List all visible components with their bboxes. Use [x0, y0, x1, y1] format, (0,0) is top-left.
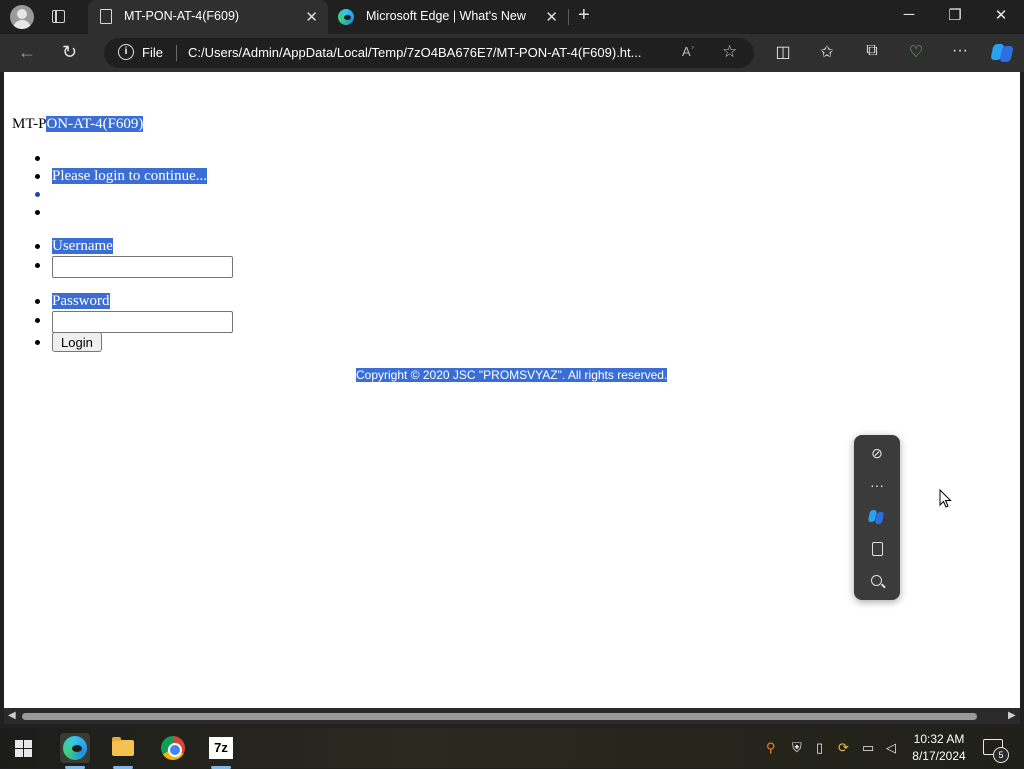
usb-icon[interactable]: ▯ — [816, 740, 823, 756]
list-bullet — [35, 263, 40, 268]
clock-date: 8/17/2024 — [912, 749, 966, 763]
hide-menu-icon[interactable]: ⊘ — [854, 445, 900, 462]
security-shield-icon[interactable]: ⛨ — [792, 740, 802, 756]
scroll-left-icon[interactable]: ◀ — [8, 710, 16, 721]
copy-icon[interactable] — [872, 542, 883, 556]
page-title: MT-PON-AT-4(F609) — [12, 116, 144, 133]
refresh-icon[interactable]: ↻ — [62, 42, 77, 63]
taskbar-chrome-button[interactable] — [158, 733, 188, 763]
restore-icon[interactable]: ❐ — [940, 6, 970, 24]
tab-mt-pon[interactable]: MT-PON-AT-4(F609) ✕ — [88, 0, 328, 34]
list-bullet — [35, 318, 40, 323]
tab-actions-icon[interactable] — [48, 7, 70, 27]
taskbar-edge-button[interactable] — [60, 733, 90, 769]
url-text[interactable]: C:/Users/Admin/AppData/Local/Temp/7zO4BA… — [188, 45, 642, 60]
scrollbar-thumb[interactable] — [22, 713, 977, 720]
copilot-mini-icon[interactable] — [867, 510, 885, 524]
add-favorite-icon[interactable]: ☆ — [722, 42, 737, 62]
edge-icon — [338, 9, 354, 25]
taskbar: 7z ⚲ ⛨ ▯ ⟳ ▭ ◁ 10:32 AM 8/17/2024 5 — [0, 728, 1024, 769]
tab-whats-new[interactable]: Microsoft Edge | What's New ✕ — [330, 0, 568, 34]
new-tab-icon[interactable]: + — [578, 4, 590, 27]
notification-count-badge: 5 — [993, 747, 1009, 763]
list-bullet — [35, 299, 40, 304]
profile-avatar-icon[interactable] — [10, 5, 34, 29]
system-clock[interactable]: 10:32 AM 8/17/2024 — [906, 731, 972, 765]
network-icon[interactable]: ▭ — [862, 740, 874, 756]
address-bar[interactable]: i File C:/Users/Admin/AppData/Local/Temp… — [104, 38, 754, 68]
close-window-icon[interactable]: ✕ — [986, 6, 1016, 24]
edge-icon — [63, 736, 87, 760]
list-bullet — [35, 210, 40, 215]
taskbar-file-explorer-button[interactable] — [108, 733, 138, 769]
list-bullet — [35, 174, 40, 179]
more-options-icon[interactable]: ··· — [854, 477, 900, 493]
clock-time: 10:32 AM — [913, 732, 965, 746]
chrome-icon — [161, 736, 185, 760]
tab-title: Microsoft Edge | What's New — [366, 9, 526, 23]
back-icon[interactable]: ← — [18, 42, 36, 63]
update-icon[interactable]: ⟳ — [838, 740, 849, 756]
7zip-icon: 7z — [209, 737, 233, 759]
login-prompt: Please login to continue... — [52, 168, 207, 184]
horizontal-scrollbar[interactable]: ◀ ▶ — [4, 708, 1020, 724]
login-button[interactable]: Login — [52, 332, 102, 352]
close-tab-icon[interactable]: ✕ — [545, 8, 558, 26]
selection-mini-menu: ⊘ ··· — [854, 435, 900, 600]
volume-muted-icon[interactable]: ◁ — [886, 740, 896, 756]
browser-toolbar: ← ↻ i File C:/Users/Admin/AppData/Local/… — [0, 34, 1024, 72]
search-tray-icon[interactable]: ⚲ — [766, 740, 776, 756]
tab-title: MT-PON-AT-4(F609) — [124, 9, 240, 23]
tab-separator — [568, 9, 569, 25]
info-icon[interactable]: i — [118, 44, 134, 60]
password-label: Password — [52, 293, 110, 309]
scroll-right-icon[interactable]: ▶ — [1008, 710, 1016, 721]
copyright-text: Copyright © 2020 JSC "PROMSVYAZ". All ri… — [356, 368, 668, 382]
address-separator — [176, 45, 177, 61]
taskbar-7zip-button[interactable]: 7z — [206, 733, 236, 769]
page-icon — [100, 9, 112, 24]
list-bullet — [35, 340, 40, 345]
list-bullet — [35, 244, 40, 249]
read-aloud-icon[interactable]: Aʾ — [682, 44, 695, 59]
search-icon[interactable] — [871, 575, 882, 586]
page-title-selected: ON-AT-4(F609) — [46, 116, 144, 132]
list-bullet — [35, 192, 40, 197]
settings-more-icon[interactable]: ··· — [948, 42, 972, 60]
password-input[interactable] — [52, 311, 233, 333]
close-tab-icon[interactable]: ✕ — [305, 8, 318, 26]
windows-start-icon[interactable] — [15, 740, 32, 757]
folder-icon — [112, 737, 134, 756]
copilot-icon[interactable] — [990, 41, 1016, 65]
split-screen-icon[interactable]: ◫ — [771, 42, 795, 62]
list-bullet — [35, 156, 40, 161]
browser-essentials-icon[interactable]: ♡ — [904, 42, 928, 62]
username-label: Username — [52, 238, 113, 254]
minimize-icon[interactable]: ─ — [894, 6, 924, 23]
collections-icon[interactable]: ⧉ — [860, 42, 884, 60]
page-title-prefix: MT-P — [12, 116, 47, 132]
tab-strip: MT-PON-AT-4(F609) ✕ Microsoft Edge | Wha… — [0, 0, 1024, 34]
page-content: MT-PON-AT-4(F609) Please login to contin… — [4, 72, 1020, 708]
scheme-label: File — [142, 45, 163, 60]
favorites-icon[interactable]: ✩ — [815, 42, 839, 62]
mouse-cursor-icon — [939, 489, 952, 508]
username-input[interactable] — [52, 256, 233, 278]
